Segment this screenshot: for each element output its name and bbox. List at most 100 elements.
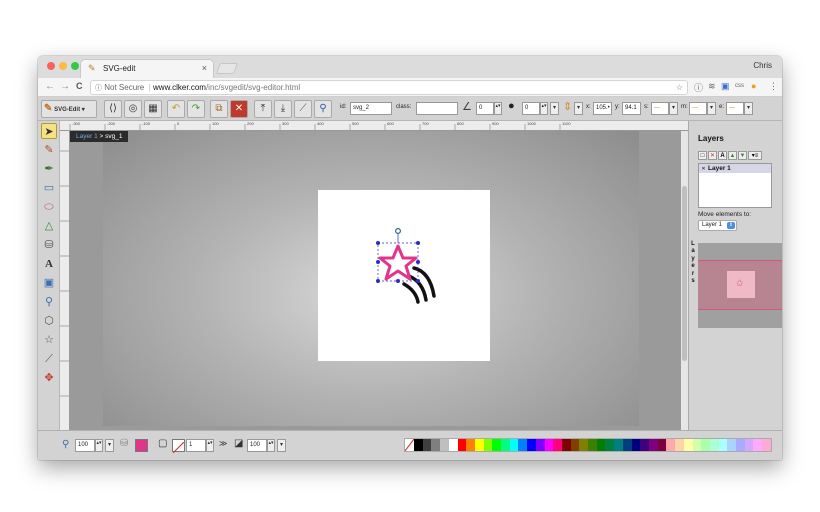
palette-swatch[interactable] xyxy=(709,439,719,451)
layers-toggle-tab[interactable]: L a y e r s xyxy=(689,241,697,285)
palette-swatch[interactable] xyxy=(727,439,737,451)
swoosh-line-3[interactable] xyxy=(402,282,420,304)
palette-swatch[interactable] xyxy=(492,439,502,451)
css-ext-icon[interactable]: css xyxy=(735,83,744,89)
move-to-layer-select[interactable]: Layer 1 ⇕ xyxy=(698,220,737,231)
menu-kebab-icon[interactable]: ⋮ xyxy=(769,81,778,92)
palette-swatch[interactable] xyxy=(501,439,510,451)
main-menu-button[interactable]: ✎ SVG-Edit ▾ xyxy=(41,100,97,118)
wireframe-button[interactable]: ◎ xyxy=(124,100,142,118)
palette-swatch[interactable] xyxy=(762,439,771,451)
blur-spinner[interactable]: ▴▾ xyxy=(540,102,548,115)
palette-swatch[interactable] xyxy=(657,439,667,451)
palette-swatch[interactable] xyxy=(666,439,676,451)
grid-button[interactable]: ▦ xyxy=(144,100,162,118)
overview-navigator[interactable]: ✩ xyxy=(698,243,782,328)
palette-swatch[interactable] xyxy=(422,439,432,451)
resize-handle-ne[interactable] xyxy=(416,241,420,245)
delete-layer-icon[interactable]: ✕ xyxy=(708,151,717,160)
resize-handle-se[interactable] xyxy=(416,279,420,283)
palette-swatch[interactable] xyxy=(414,439,423,451)
browser-tab[interactable]: ✎ SVG-edit × xyxy=(80,59,214,78)
rename-layer-icon[interactable]: A xyxy=(718,151,727,160)
path-tool-icon[interactable]: ✒ xyxy=(41,161,57,177)
stroke-style-icon[interactable]: ≫ xyxy=(219,439,227,448)
canvas-workspace[interactable] xyxy=(70,131,688,430)
image-tool-icon[interactable]: ▣ xyxy=(41,275,57,291)
palette-swatch[interactable] xyxy=(692,439,702,451)
palette-swatch[interactable] xyxy=(448,439,458,451)
palette-swatch[interactable] xyxy=(518,439,528,451)
new-tab-button[interactable] xyxy=(215,63,239,74)
profile-name[interactable]: Chris xyxy=(753,61,772,70)
pencil-tool-icon[interactable]: ✎ xyxy=(41,142,57,158)
palette-swatch[interactable] xyxy=(753,439,763,451)
resize-handle-e[interactable] xyxy=(416,260,420,264)
class-input[interactable] xyxy=(416,102,458,115)
polygon-tool-icon[interactable]: △ xyxy=(41,218,57,234)
align-dropdown[interactable]: ▾ xyxy=(574,102,583,115)
blur-input[interactable]: 0 xyxy=(522,102,540,115)
palette-swatch[interactable] xyxy=(596,439,606,451)
opacity-dropdown[interactable]: ▾ xyxy=(277,439,286,452)
marker-end-dropdown[interactable]: ▾ xyxy=(744,102,753,115)
add-shape-icon[interactable]: ✥ xyxy=(41,370,57,386)
opacity-input[interactable]: 100 xyxy=(247,439,267,452)
forward-icon[interactable]: → xyxy=(60,81,70,92)
palette-swatch[interactable] xyxy=(736,439,745,451)
scroll-thumb[interactable] xyxy=(682,186,687,361)
zoom-tool-icon[interactable]: ⚲ xyxy=(41,294,57,310)
text-tool-icon[interactable]: A xyxy=(41,256,57,272)
canvas-scrollbar[interactable] xyxy=(681,131,688,430)
zoom-input[interactable]: 100 xyxy=(75,439,95,452)
marker-start-select[interactable]: — xyxy=(651,102,669,115)
angle-input[interactable]: 0 xyxy=(476,102,494,115)
close-window-button[interactable] xyxy=(47,62,55,70)
palette-swatch[interactable] xyxy=(614,439,623,451)
clone-icon[interactable]: ⧉ xyxy=(210,100,228,118)
palette-swatch[interactable] xyxy=(570,439,580,451)
palette-swatch[interactable] xyxy=(474,439,484,451)
move-layer-up-icon[interactable]: ▲ xyxy=(728,151,737,160)
star-tool-icon[interactable]: ☆ xyxy=(41,332,57,348)
palette-swatch[interactable] xyxy=(744,439,754,451)
ext-badge-icon[interactable]: ▣ xyxy=(721,81,730,92)
resize-handle-sw[interactable] xyxy=(376,279,380,283)
palette-swatch[interactable] xyxy=(718,439,728,451)
hexagon-tool-icon[interactable]: ⬡ xyxy=(41,313,57,329)
blur-dropdown[interactable]: ▾ xyxy=(550,102,559,115)
maximize-window-button[interactable] xyxy=(71,62,79,70)
resize-handle-s[interactable] xyxy=(396,279,400,283)
palette-swatch[interactable] xyxy=(483,439,493,451)
layer-menu-icon[interactable]: ▾≡ xyxy=(748,151,762,160)
resize-handle-nw[interactable] xyxy=(376,241,380,245)
palette-swatch[interactable] xyxy=(640,439,649,451)
breadcrumb-layer[interactable]: Layer 1 xyxy=(76,133,98,140)
color-palette[interactable] xyxy=(404,438,772,452)
palette-swatch[interactable] xyxy=(631,439,641,451)
bookmark-star-icon[interactable]: ☆ xyxy=(676,81,683,94)
palette-swatch[interactable] xyxy=(527,439,536,451)
palette-swatch[interactable] xyxy=(457,439,467,451)
align-icon[interactable]: ⇕ xyxy=(563,100,572,113)
shape-library-icon[interactable]: ⛁ xyxy=(41,237,57,253)
zoom-spinner[interactable]: ▴▾ xyxy=(95,439,103,452)
palette-swatch[interactable] xyxy=(544,439,554,451)
marker-start-dropdown[interactable]: ▾ xyxy=(669,102,678,115)
palette-swatch[interactable] xyxy=(579,439,589,451)
tab-close-icon[interactable]: × xyxy=(202,63,207,73)
palette-swatch[interactable] xyxy=(561,439,571,451)
opacity-spinner[interactable]: ▴▾ xyxy=(267,439,275,452)
palette-swatch[interactable] xyxy=(683,439,693,451)
zoom-dropdown[interactable]: ▾ xyxy=(105,439,114,452)
layer-row[interactable]: ✕ Layer 1 xyxy=(699,164,771,173)
stroke-width-input[interactable]: 1 xyxy=(186,439,206,452)
palette-swatch[interactable] xyxy=(701,439,710,451)
svg-page[interactable] xyxy=(318,190,490,361)
ellipse-tool-icon[interactable]: ⬭ xyxy=(41,199,57,215)
stroke-width-spinner[interactable]: ▴▾ xyxy=(206,439,214,452)
redo-icon[interactable]: ↷ xyxy=(187,100,205,118)
palette-swatch[interactable] xyxy=(622,439,632,451)
minimize-window-button[interactable] xyxy=(59,62,67,70)
palette-swatch[interactable] xyxy=(431,439,441,451)
